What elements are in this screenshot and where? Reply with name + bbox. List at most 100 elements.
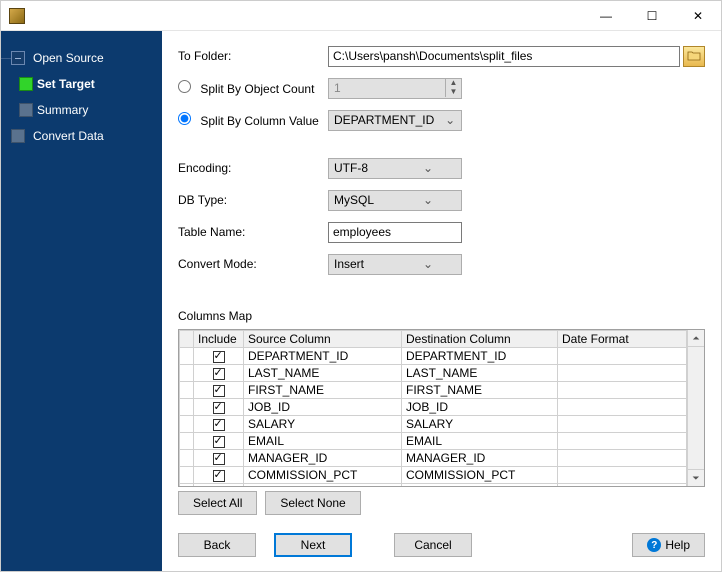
main-panel: To Folder: Split By Object Count 1 ▲ ▼	[162, 31, 721, 571]
scroll-up-icon[interactable]: ⏶	[688, 330, 704, 347]
source-column-cell[interactable]: FIRST_NAME	[244, 382, 402, 399]
destination-column-cell[interactable]: FIRST_NAME	[402, 382, 558, 399]
checkbox-icon[interactable]	[213, 436, 225, 448]
row-handle[interactable]	[180, 399, 194, 416]
date-format-header[interactable]: Date Format	[558, 331, 687, 348]
row-handle[interactable]	[180, 382, 194, 399]
source-column-cell[interactable]: MANAGER_ID	[244, 450, 402, 467]
step-node-icon	[11, 51, 25, 65]
to-folder-input[interactable]	[328, 46, 680, 67]
date-format-cell[interactable]	[558, 433, 687, 450]
checkbox-icon[interactable]	[213, 385, 225, 397]
source-column-header[interactable]: Source Column	[244, 331, 402, 348]
table-row[interactable]: DEPARTMENT_IDDEPARTMENT_ID	[180, 348, 687, 365]
encoding-label: Encoding:	[178, 161, 328, 175]
include-cell[interactable]	[194, 467, 244, 484]
split-by-column-radio[interactable]	[178, 112, 191, 125]
destination-column-header[interactable]: Destination Column	[402, 331, 558, 348]
source-column-cell[interactable]: SALARY	[244, 416, 402, 433]
minimize-button[interactable]: —	[583, 1, 629, 31]
destination-column-cell[interactable]: PHONE_NUMBER	[402, 484, 558, 487]
include-cell[interactable]	[194, 450, 244, 467]
checkbox-icon[interactable]	[213, 470, 225, 482]
encoding-select[interactable]: UTF-8 ⌄	[328, 158, 462, 179]
spinner-down-icon[interactable]: ▼	[446, 88, 461, 97]
convert-mode-select[interactable]: Insert ⌄	[328, 254, 462, 275]
cancel-button[interactable]: Cancel	[394, 533, 472, 557]
include-cell[interactable]	[194, 484, 244, 487]
date-format-cell[interactable]	[558, 348, 687, 365]
back-button[interactable]: Back	[178, 533, 256, 557]
maximize-button[interactable]: ☐	[629, 1, 675, 31]
row-handle[interactable]	[180, 450, 194, 467]
date-format-cell[interactable]	[558, 450, 687, 467]
split-column-select[interactable]: DEPARTMENT_ID ⌄	[328, 110, 462, 131]
include-cell[interactable]	[194, 348, 244, 365]
sidebar-item-convert-data[interactable]: Convert Data	[1, 123, 162, 149]
row-handle[interactable]	[180, 416, 194, 433]
scroll-down-icon[interactable]: ⏷	[688, 469, 704, 486]
object-count-spinner[interactable]: 1 ▲ ▼	[328, 78, 462, 99]
include-cell[interactable]	[194, 365, 244, 382]
date-format-cell[interactable]	[558, 416, 687, 433]
table-row[interactable]: EMAILEMAIL	[180, 433, 687, 450]
include-header[interactable]: Include	[194, 331, 244, 348]
table-name-input[interactable]	[328, 222, 462, 243]
sidebar-item-label: Convert Data	[33, 129, 104, 143]
destination-column-cell[interactable]: LAST_NAME	[402, 365, 558, 382]
checkbox-icon[interactable]	[213, 453, 225, 465]
include-cell[interactable]	[194, 382, 244, 399]
sidebar-item-open-source[interactable]: Open Source	[1, 45, 162, 71]
include-cell[interactable]	[194, 416, 244, 433]
table-row[interactable]: JOB_IDJOB_ID	[180, 399, 687, 416]
destination-column-cell[interactable]: COMMISSION_PCT	[402, 467, 558, 484]
destination-column-cell[interactable]: SALARY	[402, 416, 558, 433]
destination-column-cell[interactable]: EMAIL	[402, 433, 558, 450]
destination-column-cell[interactable]: MANAGER_ID	[402, 450, 558, 467]
table-row[interactable]: FIRST_NAMEFIRST_NAME	[180, 382, 687, 399]
split-by-count-radio[interactable]	[178, 80, 191, 93]
source-column-cell[interactable]: COMMISSION_PCT	[244, 467, 402, 484]
source-column-cell[interactable]: LAST_NAME	[244, 365, 402, 382]
grid-scrollbar[interactable]: ⏶ ⏷	[687, 330, 704, 486]
table-row[interactable]: MANAGER_IDMANAGER_ID	[180, 450, 687, 467]
checkbox-icon[interactable]	[213, 368, 225, 380]
row-handle[interactable]	[180, 365, 194, 382]
table-row[interactable]: COMMISSION_PCTCOMMISSION_PCT	[180, 467, 687, 484]
row-handle[interactable]	[180, 467, 194, 484]
date-format-cell[interactable]	[558, 365, 687, 382]
destination-column-cell[interactable]: DEPARTMENT_ID	[402, 348, 558, 365]
include-cell[interactable]	[194, 433, 244, 450]
table-row[interactable]: SALARYSALARY	[180, 416, 687, 433]
source-column-cell[interactable]: EMAIL	[244, 433, 402, 450]
split-by-column-radio-label[interactable]: Split By Column Value	[178, 112, 328, 128]
help-button[interactable]: ? Help	[632, 533, 705, 557]
source-column-cell[interactable]: JOB_ID	[244, 399, 402, 416]
date-format-cell[interactable]	[558, 399, 687, 416]
close-button[interactable]: ✕	[675, 1, 721, 31]
date-format-cell[interactable]	[558, 467, 687, 484]
table-row[interactable]: PHONE_NUMBERPHONE_NUMBER	[180, 484, 687, 487]
checkbox-icon[interactable]	[213, 351, 225, 363]
checkbox-icon[interactable]	[213, 402, 225, 414]
sidebar-item-summary[interactable]: Summary	[1, 97, 162, 123]
checkbox-icon[interactable]	[213, 419, 225, 431]
select-none-button[interactable]: Select None	[265, 491, 360, 515]
select-value: Insert	[329, 257, 395, 271]
destination-column-cell[interactable]: JOB_ID	[402, 399, 558, 416]
table-row[interactable]: LAST_NAMELAST_NAME	[180, 365, 687, 382]
sidebar-item-set-target[interactable]: Set Target	[1, 71, 162, 97]
dbtype-select[interactable]: MySQL ⌄	[328, 190, 462, 211]
source-column-cell[interactable]: DEPARTMENT_ID	[244, 348, 402, 365]
browse-folder-button[interactable]	[683, 46, 705, 67]
include-cell[interactable]	[194, 399, 244, 416]
next-button[interactable]: Next	[274, 533, 352, 557]
row-handle[interactable]	[180, 433, 194, 450]
source-column-cell[interactable]: PHONE_NUMBER	[244, 484, 402, 487]
select-all-button[interactable]: Select All	[178, 491, 257, 515]
date-format-cell[interactable]	[558, 382, 687, 399]
row-handle[interactable]	[180, 348, 194, 365]
split-by-count-radio-label[interactable]: Split By Object Count	[178, 80, 328, 96]
date-format-cell[interactable]	[558, 484, 687, 487]
row-handle[interactable]	[180, 484, 194, 487]
